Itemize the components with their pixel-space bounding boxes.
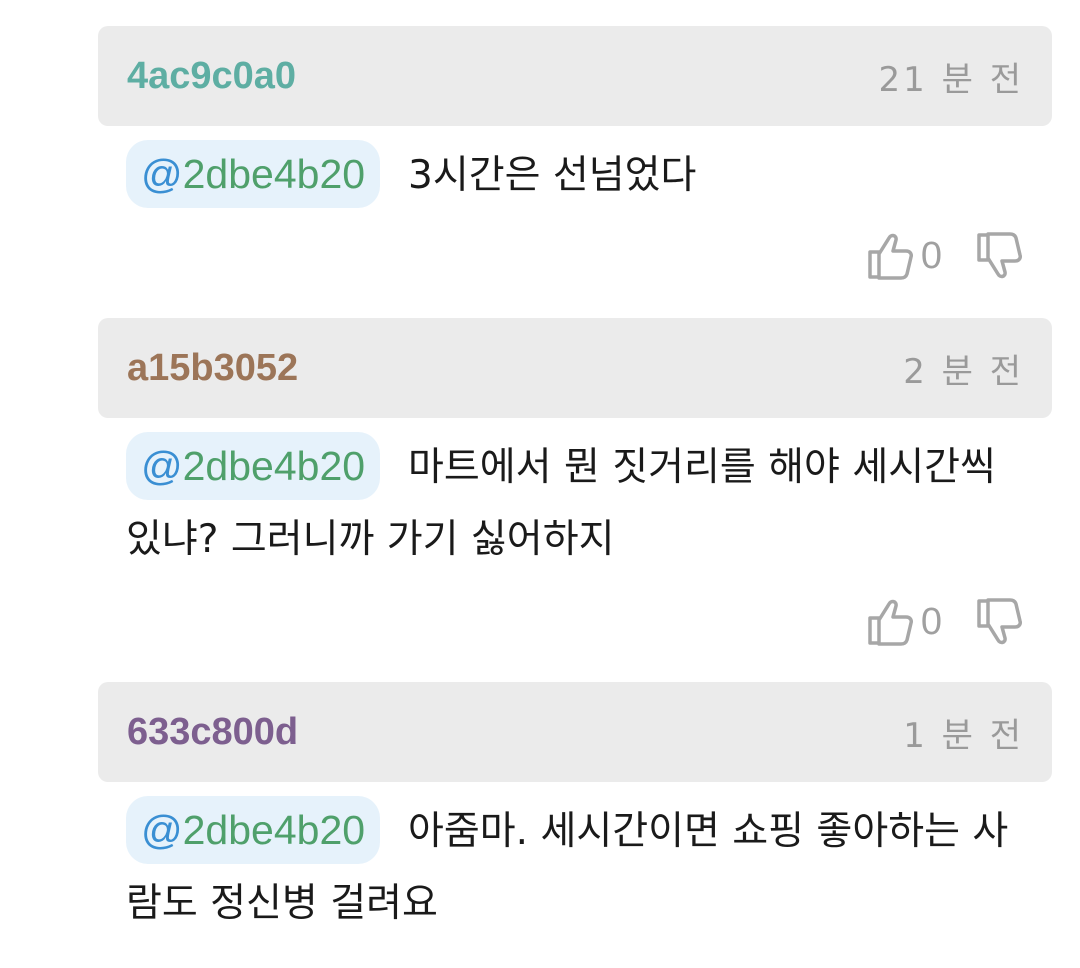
comment-time: 1 분 전: [903, 715, 1024, 756]
mention-chip[interactable]: @2dbe4b20: [126, 140, 381, 208]
like-count: 0: [920, 234, 942, 277]
comment-body: @2dbe4b20 마트에서 뭔 짓거리를 해야 세시간씩 있냐? 그러니까 가기…: [98, 418, 1052, 576]
thumbs-down-icon[interactable]: [976, 598, 1022, 646]
mention-user: 2dbe4b20: [182, 151, 366, 197]
comment-body: @2dbe4b20 3시간은 선넘었다: [98, 126, 1052, 212]
comment-author[interactable]: 633c800d: [127, 711, 298, 754]
mention-at: @: [141, 151, 183, 197]
mention-at: @: [141, 807, 183, 853]
comment-item: 633c800d 1 분 전 @2dbe4b20 아줌마. 세시간이면 쇼핑 좋아…: [98, 682, 1052, 940]
mention-chip[interactable]: @2dbe4b20: [126, 796, 381, 864]
comment-text: 3시간은 선넘었다: [408, 153, 697, 198]
comment-body: @2dbe4b20 아줌마. 세시간이면 쇼핑 좋아하는 사람도 정신병 걸려요: [98, 782, 1052, 940]
comment-item: 4ac9c0a0 21 분 전 @2dbe4b20 3시간은 선넘었다 0: [98, 26, 1052, 280]
thumbs-down-icon[interactable]: [976, 232, 1022, 280]
thumbs-up-icon[interactable]: [867, 598, 913, 646]
comment-header: 4ac9c0a0 21 분 전: [98, 26, 1052, 126]
comment-time: 2 분 전: [903, 351, 1024, 392]
comment-actions: 0: [867, 232, 1022, 280]
comment-header: 633c800d 1 분 전: [98, 682, 1052, 782]
mention-at: @: [141, 443, 183, 489]
comment-time: 21 분 전: [878, 59, 1024, 100]
comment-author[interactable]: 4ac9c0a0: [127, 55, 296, 98]
like-count: 0: [920, 600, 942, 643]
comment-item: a15b3052 2 분 전 @2dbe4b20 마트에서 뭔 짓거리를 해야 세…: [98, 318, 1052, 646]
mention-chip[interactable]: @2dbe4b20: [126, 432, 381, 500]
comment-author[interactable]: a15b3052: [127, 347, 298, 390]
comment-actions: 0: [867, 598, 1022, 646]
thumbs-up-icon[interactable]: [867, 232, 913, 280]
mention-user: 2dbe4b20: [182, 443, 366, 489]
comment-header: a15b3052 2 분 전: [98, 318, 1052, 418]
mention-user: 2dbe4b20: [182, 807, 366, 853]
